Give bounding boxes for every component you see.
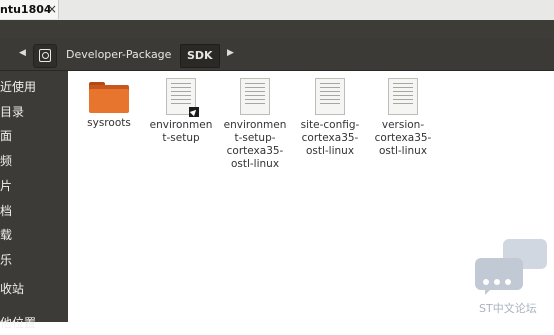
- file-item-environment-setup-cortexa35[interactable]: environmen t-setup- cortexa35- ostl-linu…: [220, 78, 290, 171]
- window-title-bar: [0, 20, 554, 39]
- file-item-sysroots[interactable]: sysroots: [74, 79, 144, 130]
- close-tab-icon[interactable]: ×: [44, 2, 60, 16]
- tab-strip: ntu1804 ×: [0, 0, 554, 21]
- file-name: site-config- cortexa35- ostl-linux: [300, 119, 360, 157]
- sidebar-item-desktop[interactable]: 面: [0, 124, 68, 148]
- sidebar-item-videos[interactable]: 频: [0, 149, 68, 173]
- breadcrumb-sdk[interactable]: SDK: [180, 44, 220, 68]
- symlink-arrow-icon: [189, 107, 199, 117]
- folder-icon: [89, 82, 129, 113]
- file-name: version- cortexa35- ostl-linux: [374, 119, 432, 157]
- file-name: environmen t-setup: [149, 119, 213, 144]
- text-file-icon: [388, 78, 418, 115]
- file-name: sysroots: [87, 117, 131, 129]
- path-toolbar: ◀ Developer-Package SDK ▶: [0, 39, 554, 71]
- places-sidebar: 近使用 目录 面 频 片 档 载 乐 收站 他位置: [0, 71, 68, 330]
- chat-bubble-dots-icon: [475, 258, 523, 290]
- sidebar-item-trash[interactable]: 收站: [0, 277, 68, 301]
- forward-arrow-icon[interactable]: ▶: [227, 48, 234, 58]
- sidebar-item-music[interactable]: 乐: [0, 248, 68, 272]
- file-item-environment-setup[interactable]: environmen t-setup: [146, 78, 216, 145]
- watermark-text: ST中文论坛: [479, 302, 537, 315]
- breadcrumb-developer-package[interactable]: Developer-Package: [58, 44, 179, 66]
- back-arrow-icon[interactable]: ◀: [19, 48, 26, 58]
- text-file-icon: [315, 78, 345, 115]
- text-file-icon: [240, 78, 270, 115]
- file-name: environmen t-setup- cortexa35- ostl-linu…: [223, 119, 287, 170]
- sidebar-item-documents[interactable]: 档: [0, 199, 68, 223]
- sidebar-item-other-locations[interactable]: 他位置: [0, 311, 68, 335]
- script-file-icon: [166, 78, 199, 117]
- sidebar-item-downloads[interactable]: 载: [0, 223, 68, 247]
- file-item-version[interactable]: version- cortexa35- ostl-linux: [368, 78, 438, 158]
- drive-icon[interactable]: [33, 44, 57, 68]
- sidebar-item-home[interactable]: 目录: [0, 100, 68, 124]
- sidebar-item-recent[interactable]: 近使用: [0, 75, 68, 99]
- sidebar-item-pictures[interactable]: 片: [0, 174, 68, 198]
- st-forum-watermark: ST中文论坛: [473, 236, 549, 318]
- file-item-site-config[interactable]: site-config- cortexa35- ostl-linux: [295, 78, 365, 158]
